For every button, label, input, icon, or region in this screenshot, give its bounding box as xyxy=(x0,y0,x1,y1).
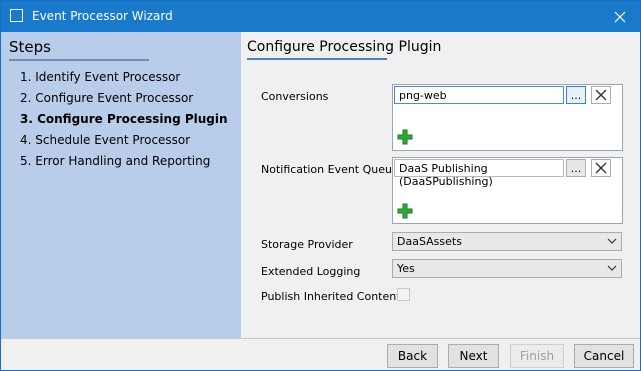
page-title: Configure Processing Plugin xyxy=(247,39,442,55)
remove-icon xyxy=(595,162,607,174)
cancel-button[interactable]: Cancel xyxy=(574,344,634,368)
notification-remove-button[interactable] xyxy=(591,159,611,177)
notification-queues-label: Notification Event Queues xyxy=(261,163,405,176)
page-title-underline xyxy=(247,58,387,60)
footer-divider xyxy=(1,338,640,339)
notification-add-icon[interactable] xyxy=(397,203,413,219)
conversions-browse-button[interactable]: ... xyxy=(566,86,586,104)
extended-logging-label: Extended Logging xyxy=(261,265,361,278)
close-icon xyxy=(614,11,626,22)
chevron-down-icon xyxy=(607,238,617,244)
close-button[interactable] xyxy=(600,1,640,32)
notification-queue-input[interactable]: DaaS Publishing (DaaSPublishing) xyxy=(394,159,564,188)
chevron-down-icon xyxy=(607,265,617,271)
finish-button[interactable]: Finish xyxy=(510,344,564,368)
conversions-label: Conversions xyxy=(261,90,329,103)
steps-panel: Steps 1. Identify Event Processor 2. Con… xyxy=(1,32,241,338)
storage-provider-value: DaaSAssets xyxy=(397,235,462,248)
step-schedule: 4. Schedule Event Processor xyxy=(20,133,191,147)
remove-icon xyxy=(595,89,607,101)
step-configure-processor: 2. Configure Event Processor xyxy=(20,91,194,105)
next-button[interactable]: Next xyxy=(448,344,499,368)
storage-provider-select[interactable]: DaaSAssets xyxy=(392,232,622,251)
steps-heading-underline xyxy=(9,59,149,61)
steps-heading: Steps xyxy=(9,38,51,56)
title-bar: Event Processor Wizard xyxy=(1,1,640,32)
window-icon xyxy=(10,9,23,22)
publish-inherited-checkbox[interactable] xyxy=(397,288,410,301)
storage-provider-label: Storage Provider xyxy=(261,238,353,251)
step-configure-plugin: 3. Configure Processing Plugin xyxy=(20,112,228,126)
extended-logging-value: Yes xyxy=(397,262,415,275)
conversions-remove-button[interactable] xyxy=(591,86,611,104)
window-title: Event Processor Wizard xyxy=(32,9,173,23)
notification-browse-button[interactable]: ... xyxy=(566,159,586,177)
back-button[interactable]: Back xyxy=(387,344,438,368)
extended-logging-select[interactable]: Yes xyxy=(392,259,622,278)
step-error-handling: 5. Error Handling and Reporting xyxy=(20,154,211,168)
step-identify: 1. Identify Event Processor xyxy=(20,70,181,84)
publish-inherited-label: Publish Inherited Content xyxy=(261,290,401,303)
wizard-window: Event Processor Wizard Steps 1. Identify… xyxy=(0,0,641,371)
conversions-add-icon[interactable] xyxy=(397,129,413,145)
conversions-input[interactable]: png-web xyxy=(394,86,564,104)
